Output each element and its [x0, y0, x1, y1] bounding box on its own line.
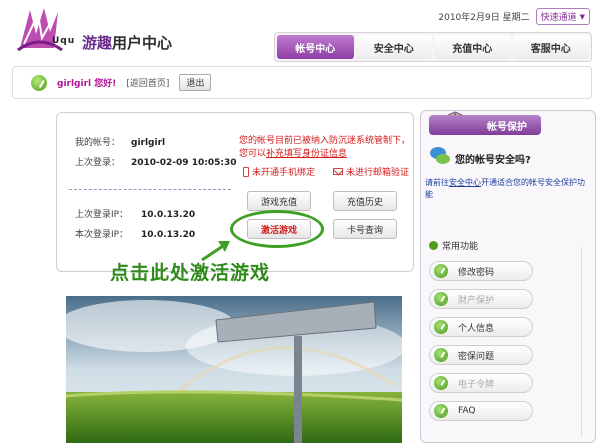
- tab-customer-service[interactable]: 客服中心: [512, 35, 589, 59]
- common-functions-title: 常用功能: [429, 239, 478, 252]
- site-title: 游趣用户中心: [82, 32, 172, 53]
- check-icon: [434, 292, 448, 306]
- account-protection-sidebar: 帐号保护 您的帐号安全吗? 请前往安全中心开通适合您的帐号安全保护功能 常用功能…: [420, 110, 596, 443]
- change-password-button[interactable]: 修改密码: [429, 261, 533, 281]
- security-desc-pre: 请前往: [425, 178, 449, 187]
- main-nav-tabs: 帐号中心 安全中心 充值中心 客服中心: [274, 32, 592, 62]
- last-login-row: 上次登录： 2010-02-09 10:05:30: [75, 155, 236, 168]
- recharge-history-button[interactable]: 充值历史: [333, 191, 397, 211]
- quick-access-label: 快速通道: [540, 13, 577, 23]
- tab-recharge-center[interactable]: 充值中心: [434, 35, 511, 59]
- function-label: 密保问题: [458, 351, 495, 362]
- last-login-value: 2010-02-09 10:05:30: [131, 158, 237, 168]
- chevron-down-icon: ▼: [579, 12, 585, 21]
- e-token-button[interactable]: 电子令牌: [429, 373, 533, 393]
- function-label: 电子令牌: [458, 379, 495, 390]
- security-question-button[interactable]: 密保问题: [429, 345, 533, 365]
- current-date: 2010年2月9日 星期二: [438, 13, 530, 23]
- uqu-logo[interactable]: [14, 4, 66, 54]
- game-recharge-button[interactable]: 游戏充值: [247, 191, 311, 211]
- check-icon: [434, 404, 448, 418]
- last-ip-label: 上次登录IP：: [75, 210, 129, 220]
- tab-account-center[interactable]: 帐号中心: [277, 35, 354, 59]
- user-bar: girlgirl 您好! [返回首页] 退出: [12, 66, 592, 99]
- account-info-panel: 我的帐号： girlgirl 上次登录： 2010-02-09 10:05:30 上…: [56, 112, 414, 272]
- anti-addiction-warning: 您的帐号目前已被纳入防沉迷系统管制下，您可以补充填写身份证信息: [239, 135, 417, 161]
- bullet-icon: [429, 241, 438, 250]
- this-ip-value: 10.0.13.20: [141, 230, 196, 240]
- divider: [69, 189, 231, 190]
- activate-callout: 点击此处激活游戏: [110, 262, 271, 284]
- landscape-banner-image: [66, 296, 402, 443]
- security-description: 请前往安全中心开通适合您的帐号安全保护功能: [425, 177, 591, 201]
- card-query-button[interactable]: 卡号查询: [333, 219, 397, 239]
- chat-icon: [430, 147, 450, 164]
- back-home-link[interactable]: [返回首页]: [126, 76, 169, 89]
- this-ip-label: 本次登录IP：: [75, 230, 129, 240]
- last-ip-row: 上次登录IP： 10.0.13.20: [75, 207, 195, 220]
- last-login-label: 上次登录：: [75, 158, 121, 168]
- this-ip-row: 本次登录IP： 10.0.13.20: [75, 227, 195, 240]
- personal-info-button[interactable]: 个人信息: [429, 317, 533, 337]
- brand-subtitle: 用户中心: [112, 34, 173, 52]
- security-center-link[interactable]: 安全中心: [449, 178, 481, 187]
- highlight-circle: [230, 210, 324, 248]
- last-ip-value: 10.0.13.20: [141, 210, 196, 220]
- function-label: 修改密码: [458, 267, 495, 278]
- top-right-bar: 2010年2月9日 星期二 快速通道 ▼: [438, 8, 590, 25]
- tab-security-center[interactable]: 安全中心: [355, 35, 432, 59]
- faq-button[interactable]: FAQ: [429, 401, 533, 421]
- phone-status[interactable]: 未开通手机绑定: [243, 165, 315, 178]
- user-status-icon: [31, 74, 47, 91]
- check-icon: [434, 348, 448, 362]
- function-label: FAQ: [458, 406, 476, 416]
- mail-status[interactable]: 未进行邮箱验证: [333, 165, 409, 178]
- check-icon: [434, 264, 448, 278]
- fill-id-info-link[interactable]: 补充填写身份证信息: [266, 149, 347, 159]
- mail-status-text: 未进行邮箱验证: [346, 168, 410, 178]
- function-label: 财产保护: [458, 295, 495, 306]
- logo-wordmark: Uqu: [52, 36, 76, 46]
- function-label: 个人信息: [458, 323, 495, 334]
- logout-button[interactable]: 退出: [179, 74, 212, 91]
- common-functions-label: 常用功能: [442, 242, 479, 252]
- sidebar-title: 帐号保护: [429, 115, 541, 135]
- phone-status-text: 未开通手机绑定: [252, 168, 316, 178]
- my-account-label: 我的帐号：: [75, 138, 121, 148]
- check-icon: [434, 376, 448, 390]
- mail-icon: [333, 168, 343, 175]
- sidebar-scrollbar[interactable]: [581, 247, 589, 437]
- phone-icon: [243, 166, 249, 177]
- check-icon: [434, 320, 448, 334]
- my-account-value: girlgirl: [131, 138, 166, 148]
- user-greeting: girlgirl 您好!: [57, 79, 117, 89]
- property-protection-button[interactable]: 财产保护: [429, 289, 533, 309]
- quick-access-dropdown[interactable]: 快速通道 ▼: [535, 8, 590, 25]
- my-account-row: 我的帐号： girlgirl: [75, 135, 165, 148]
- brand-name: 游趣: [82, 34, 113, 52]
- security-question: 您的帐号安全吗?: [455, 155, 531, 166]
- user-center-page: Uqu 游趣用户中心 2010年2月9日 星期二 快速通道 ▼ 帐号中心 安全中…: [0, 0, 600, 443]
